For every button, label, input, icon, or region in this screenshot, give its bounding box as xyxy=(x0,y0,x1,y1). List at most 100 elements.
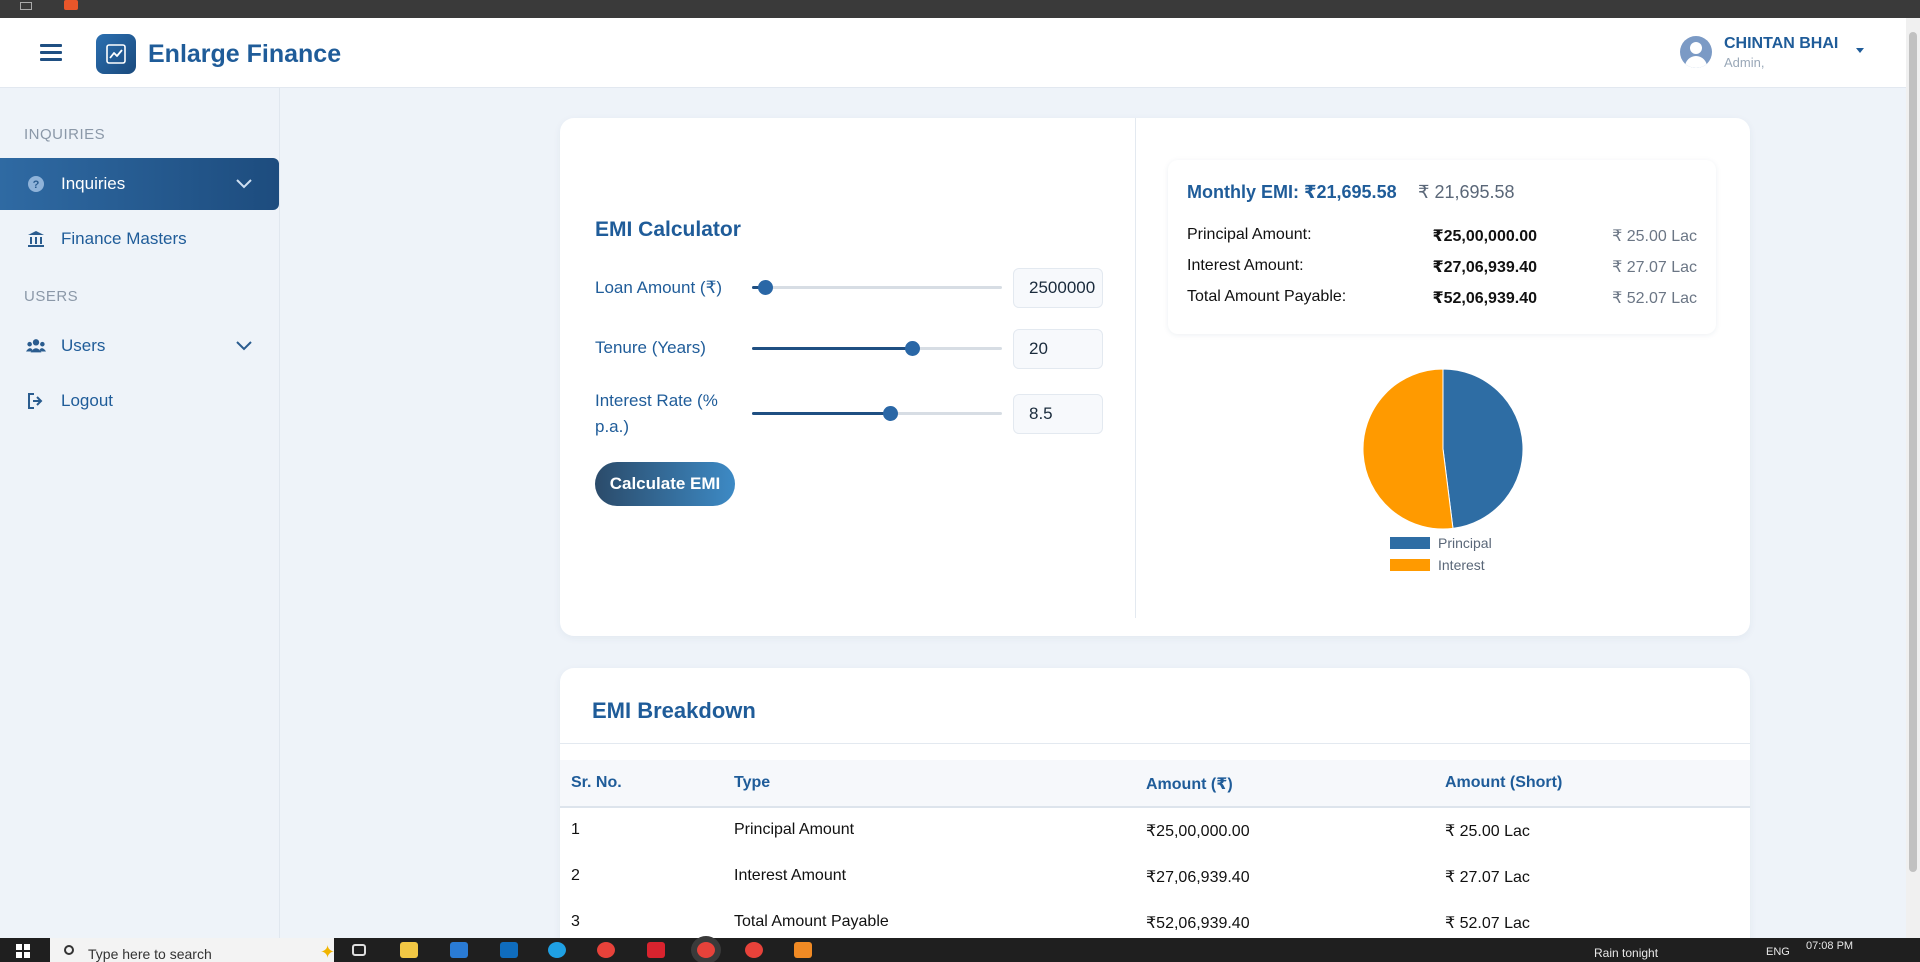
edge-icon[interactable] xyxy=(548,942,566,958)
column-header[interactable]: Amount (Short) xyxy=(1445,774,1562,792)
loan-amount-label: Loan Amount (₹) xyxy=(595,278,723,297)
tenure-label: Tenure (Years) xyxy=(595,338,706,357)
sidebar-section-users: USERS xyxy=(24,288,79,305)
sidebar: INQUIRIES ? Inquiries Finance Masters US… xyxy=(0,88,280,938)
emi-calculator-card: EMI Calculator Loan Amount (₹) 2500000 T… xyxy=(560,118,1750,636)
column-header[interactable]: Type xyxy=(734,774,770,792)
table-row: 1 Principal Amount ₹25,00,000.00 ₹ 25.00… xyxy=(560,808,1750,854)
summary-row-total: Total Amount Payable: ₹52,06,939.40 ₹ 52… xyxy=(1187,288,1697,312)
user-menu-caret-icon[interactable] xyxy=(1856,48,1864,53)
table-cell: ₹ 52.07 Lac xyxy=(1445,915,1530,932)
table-cell: Total Amount Payable xyxy=(734,913,889,930)
search-placeholder: Type here to search xyxy=(88,946,212,962)
loan-amount-slider[interactable] xyxy=(752,280,1002,295)
logout-icon xyxy=(26,391,46,411)
table-cell: ₹ 27.07 Lac xyxy=(1445,869,1530,886)
taskbar-search[interactable]: Type here to search ✦ xyxy=(50,938,336,962)
scrollbar-thumb[interactable] xyxy=(1909,32,1917,872)
summary-row-label: Principal Amount: xyxy=(1187,226,1312,243)
chrome-icon[interactable] xyxy=(597,942,615,958)
task-view-icon[interactable] xyxy=(352,944,366,956)
summary-row-short: ₹ 27.07 Lac xyxy=(1612,259,1697,276)
sparkle-icon: ✦ xyxy=(320,942,336,962)
sidebar-item-finance-masters[interactable]: Finance Masters xyxy=(0,213,279,265)
legend-label: Principal xyxy=(1438,535,1492,551)
tenure-slider[interactable] xyxy=(752,341,1002,356)
sidebar-item-logout[interactable]: Logout xyxy=(0,375,279,427)
brand-name[interactable]: Enlarge Finance xyxy=(148,40,341,69)
calculator-title: EMI Calculator xyxy=(595,218,741,241)
sidebar-item-inquiries[interactable]: ? Inquiries xyxy=(0,158,279,210)
weather-text[interactable]: Rain tonight xyxy=(1594,946,1658,960)
summary-row-principal: Principal Amount: ₹25,00,000.00 ₹ 25.00 … xyxy=(1187,226,1697,250)
monthly-emi-label: Monthly EMI: ₹21,695.58 xyxy=(1187,182,1397,202)
chevron-down-icon[interactable] xyxy=(236,176,252,194)
slider-thumb[interactable] xyxy=(882,406,898,421)
file-explorer-icon[interactable] xyxy=(400,942,418,958)
chevron-down-icon[interactable] xyxy=(236,338,252,356)
table-cell: 1 xyxy=(571,821,580,838)
user-name[interactable]: CHINTAN BHAI xyxy=(1724,35,1838,53)
tab-grid-icon[interactable] xyxy=(20,2,32,10)
svg-text:?: ? xyxy=(33,179,40,191)
tenure-input[interactable]: 20 xyxy=(1013,329,1103,369)
calculate-emi-button[interactable]: Calculate EMI xyxy=(595,462,735,506)
summary-row-value: ₹52,06,939.40 xyxy=(1432,290,1537,307)
emi-pie-chart[interactable] xyxy=(1360,366,1526,532)
page-scrollbar[interactable] xyxy=(1906,18,1920,938)
summary-row-value: ₹25,00,000.00 xyxy=(1432,228,1537,245)
slider-thumb[interactable] xyxy=(905,341,920,356)
table-cell: 3 xyxy=(571,913,580,930)
sidebar-item-users[interactable]: Users xyxy=(0,320,279,372)
chrome-active-icon[interactable] xyxy=(697,942,715,958)
calculator-form: EMI Calculator Loan Amount (₹) 2500000 T… xyxy=(560,118,1135,618)
chart-legend: Principal Interest xyxy=(1390,535,1492,580)
pie-slice-interest[interactable] xyxy=(1362,368,1454,530)
search-icon xyxy=(64,945,74,955)
interest-rate-slider[interactable] xyxy=(752,406,1002,421)
brand-chart-icon[interactable] xyxy=(96,34,136,74)
legend-swatch xyxy=(1390,537,1430,549)
user-avatar[interactable] xyxy=(1680,36,1712,68)
table-cell: ₹ 25.00 Lac xyxy=(1445,823,1530,840)
user-role: Admin, xyxy=(1724,55,1765,70)
question-circle-icon: ? xyxy=(26,174,46,194)
table-row: 2 Interest Amount ₹27,06,939.40 ₹ 27.07 … xyxy=(560,854,1750,900)
slider-thumb[interactable] xyxy=(757,280,773,295)
table-cell: 2 xyxy=(571,867,580,884)
table-cell: ₹52,06,939.40 xyxy=(1146,915,1250,932)
xampp-icon[interactable] xyxy=(794,942,812,958)
monthly-emi-short: ₹ 21,695.58 xyxy=(1418,182,1515,202)
site-favicon-icon xyxy=(64,0,78,10)
summary-row-interest: Interest Amount: ₹27,06,939.40 ₹ 27.07 L… xyxy=(1187,257,1697,281)
chrome-profile-icon[interactable] xyxy=(745,942,763,958)
emi-breakdown-card: EMI Breakdown Sr. No. Type Amount (₹) Am… xyxy=(560,668,1750,958)
windows-start-icon[interactable] xyxy=(16,944,30,958)
windows-taskbar: Type here to search ✦ Rain tonight ENG 0… xyxy=(0,938,1920,962)
pie-slice-principal[interactable] xyxy=(1442,368,1524,529)
legend-label: Interest xyxy=(1438,557,1485,573)
summary-row-label: Total Amount Payable: xyxy=(1187,288,1347,305)
sidebar-item-label: Inquiries xyxy=(61,174,126,193)
sidebar-item-label: Users xyxy=(61,336,106,355)
summary-row-short: ₹ 25.00 Lac xyxy=(1612,228,1697,245)
emi-summary-box: Monthly EMI: ₹21,695.58 ₹ 21,695.58 Prin… xyxy=(1168,160,1716,334)
summary-row-short: ₹ 52.07 Lac xyxy=(1612,290,1697,307)
store-icon[interactable] xyxy=(450,942,468,958)
outlook-icon[interactable] xyxy=(500,942,518,958)
wps-icon[interactable] xyxy=(647,942,665,958)
sidebar-item-label: Logout xyxy=(61,391,113,410)
interest-rate-input[interactable]: 8.5 xyxy=(1013,394,1103,434)
loan-amount-input[interactable]: 2500000 xyxy=(1013,268,1103,308)
table-cell: ₹25,00,000.00 xyxy=(1146,823,1250,840)
column-header[interactable]: Sr. No. xyxy=(571,774,622,792)
menu-toggle-icon[interactable] xyxy=(40,44,62,62)
legend-item-interest[interactable]: Interest xyxy=(1390,557,1492,573)
table-header: Sr. No. Type Amount (₹) Amount (Short) xyxy=(560,760,1750,808)
browser-tab-strip xyxy=(0,0,1920,18)
clock-time[interactable]: 07:08 PM xyxy=(1806,940,1853,952)
table-cell: Principal Amount xyxy=(734,821,855,838)
column-header[interactable]: Amount (₹) xyxy=(1146,774,1233,794)
legend-item-principal[interactable]: Principal xyxy=(1390,535,1492,551)
language-indicator[interactable]: ENG xyxy=(1766,946,1790,958)
